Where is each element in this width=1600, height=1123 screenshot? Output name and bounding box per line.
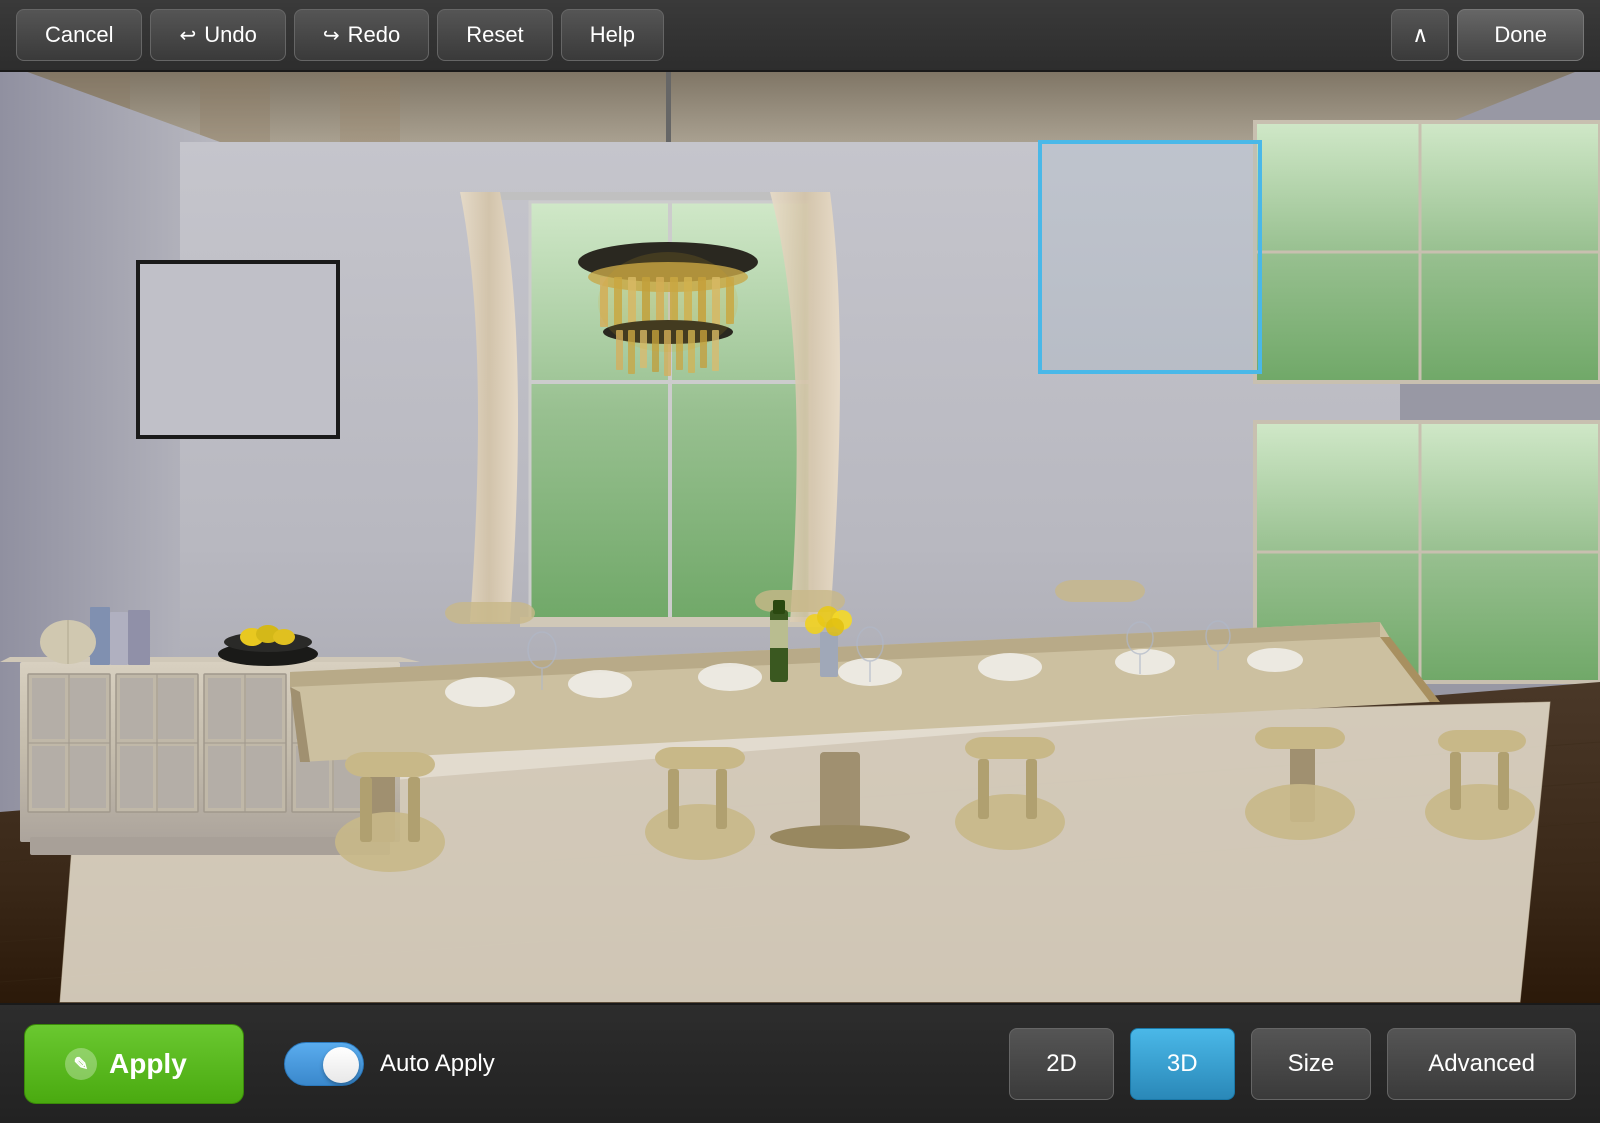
scene-container — [0, 72, 1600, 1003]
apply-label: Apply — [109, 1048, 187, 1080]
undo-button[interactable]: ↩ Undo — [150, 9, 285, 61]
redo-button[interactable]: ↪ Redo — [294, 9, 429, 61]
advanced-button[interactable]: Advanced — [1387, 1028, 1576, 1100]
scene-viewport[interactable] — [0, 72, 1600, 1003]
size-label: Size — [1288, 1050, 1335, 1078]
apply-button[interactable]: ✎ Apply — [24, 1024, 244, 1104]
undo-icon: ↩ — [179, 23, 196, 48]
scene-svg — [0, 72, 1600, 1003]
auto-apply-label: Auto Apply — [380, 1050, 495, 1078]
help-button[interactable]: Help — [561, 9, 664, 61]
chevron-up-button[interactable]: ∧ — [1391, 9, 1449, 61]
auto-apply-toggle[interactable] — [284, 1042, 364, 1086]
size-button[interactable]: Size — [1251, 1028, 1372, 1100]
view-3d-button[interactable]: 3D — [1130, 1028, 1235, 1100]
redo-icon: ↪ — [323, 23, 340, 48]
view-2d-button[interactable]: 2D — [1009, 1028, 1114, 1100]
toggle-knob — [323, 1047, 359, 1083]
reset-button[interactable]: Reset — [437, 9, 552, 61]
auto-apply-container: Auto Apply — [284, 1042, 495, 1086]
view-2d-label: 2D — [1046, 1050, 1077, 1078]
bottom-toolbar: ✎ Apply Auto Apply 2D 3D Size Advanced — [0, 1003, 1600, 1123]
cancel-button[interactable]: Cancel — [16, 9, 142, 61]
apply-icon: ✎ — [65, 1048, 97, 1080]
top-toolbar: Cancel ↩ Undo ↪ Redo Reset Help ∧ Done — [0, 0, 1600, 72]
done-button[interactable]: Done — [1457, 9, 1584, 61]
view-3d-label: 3D — [1167, 1050, 1198, 1078]
advanced-label: Advanced — [1428, 1050, 1535, 1078]
chevron-up-icon: ∧ — [1412, 22, 1428, 48]
